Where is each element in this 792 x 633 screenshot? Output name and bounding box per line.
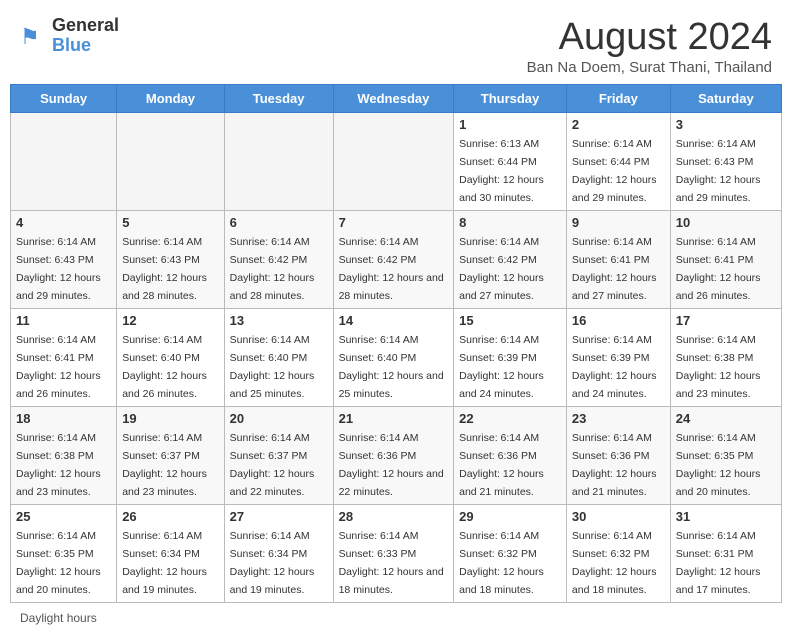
day-cell: 1Sunrise: 6:13 AMSunset: 6:44 PMDaylight… [454,113,567,211]
day-cell: 25Sunrise: 6:14 AMSunset: 6:35 PMDayligh… [11,505,117,603]
day-cell: 22Sunrise: 6:14 AMSunset: 6:36 PMDayligh… [454,407,567,505]
day-cell: 21Sunrise: 6:14 AMSunset: 6:36 PMDayligh… [333,407,454,505]
logo-general: General [52,16,119,36]
day-cell: 14Sunrise: 6:14 AMSunset: 6:40 PMDayligh… [333,309,454,407]
day-cell: 10Sunrise: 6:14 AMSunset: 6:41 PMDayligh… [670,211,781,309]
page-header: ⚑ General Blue August 2024 Ban Na Doem, … [0,0,792,84]
day-cell: 15Sunrise: 6:14 AMSunset: 6:39 PMDayligh… [454,309,567,407]
day-cell: 3Sunrise: 6:14 AMSunset: 6:43 PMDaylight… [670,113,781,211]
day-cell [224,113,333,211]
logo-blue: Blue [52,36,119,56]
day-cell: 17Sunrise: 6:14 AMSunset: 6:38 PMDayligh… [670,309,781,407]
day-cell: 9Sunrise: 6:14 AMSunset: 6:41 PMDaylight… [566,211,670,309]
day-cell: 27Sunrise: 6:14 AMSunset: 6:34 PMDayligh… [224,505,333,603]
day-cell: 20Sunrise: 6:14 AMSunset: 6:37 PMDayligh… [224,407,333,505]
day-cell: 13Sunrise: 6:14 AMSunset: 6:40 PMDayligh… [224,309,333,407]
day-cell: 31Sunrise: 6:14 AMSunset: 6:31 PMDayligh… [670,505,781,603]
day-cell: 18Sunrise: 6:14 AMSunset: 6:38 PMDayligh… [11,407,117,505]
day-cell: 28Sunrise: 6:14 AMSunset: 6:33 PMDayligh… [333,505,454,603]
day-cell: 2Sunrise: 6:14 AMSunset: 6:44 PMDaylight… [566,113,670,211]
title-area: August 2024 Ban Na Doem, Surat Thani, Th… [527,16,772,76]
day-header-tuesday: Tuesday [224,85,333,113]
day-cell: 19Sunrise: 6:14 AMSunset: 6:37 PMDayligh… [117,407,224,505]
footer-label: Daylight hours [20,611,97,625]
day-cell: 24Sunrise: 6:14 AMSunset: 6:35 PMDayligh… [670,407,781,505]
day-cell: 29Sunrise: 6:14 AMSunset: 6:32 PMDayligh… [454,505,567,603]
day-cell: 16Sunrise: 6:14 AMSunset: 6:39 PMDayligh… [566,309,670,407]
location: Ban Na Doem, Surat Thani, Thailand [527,59,772,76]
day-cell: 11Sunrise: 6:14 AMSunset: 6:41 PMDayligh… [11,309,117,407]
month-title: August 2024 [527,16,772,59]
day-header-wednesday: Wednesday [333,85,454,113]
day-cell [117,113,224,211]
day-cell: 7Sunrise: 6:14 AMSunset: 6:42 PMDaylight… [333,211,454,309]
day-cell: 4Sunrise: 6:14 AMSunset: 6:43 PMDaylight… [11,211,117,309]
logo: ⚑ General Blue [20,16,119,56]
svg-text:⚑: ⚑ [20,24,40,49]
day-cell: 5Sunrise: 6:14 AMSunset: 6:43 PMDaylight… [117,211,224,309]
day-header-monday: Monday [117,85,224,113]
day-cell [11,113,117,211]
day-header-sunday: Sunday [11,85,117,113]
day-cell: 23Sunrise: 6:14 AMSunset: 6:36 PMDayligh… [566,407,670,505]
calendar-table: SundayMondayTuesdayWednesdayThursdayFrid… [10,84,782,603]
day-cell: 6Sunrise: 6:14 AMSunset: 6:42 PMDaylight… [224,211,333,309]
day-cell: 12Sunrise: 6:14 AMSunset: 6:40 PMDayligh… [117,309,224,407]
logo-icon: ⚑ [20,22,48,50]
day-cell [333,113,454,211]
day-cell: 26Sunrise: 6:14 AMSunset: 6:34 PMDayligh… [117,505,224,603]
day-cell: 30Sunrise: 6:14 AMSunset: 6:32 PMDayligh… [566,505,670,603]
day-header-saturday: Saturday [670,85,781,113]
day-header-thursday: Thursday [454,85,567,113]
footer: Daylight hours [0,603,792,633]
day-header-friday: Friday [566,85,670,113]
day-cell: 8Sunrise: 6:14 AMSunset: 6:42 PMDaylight… [454,211,567,309]
